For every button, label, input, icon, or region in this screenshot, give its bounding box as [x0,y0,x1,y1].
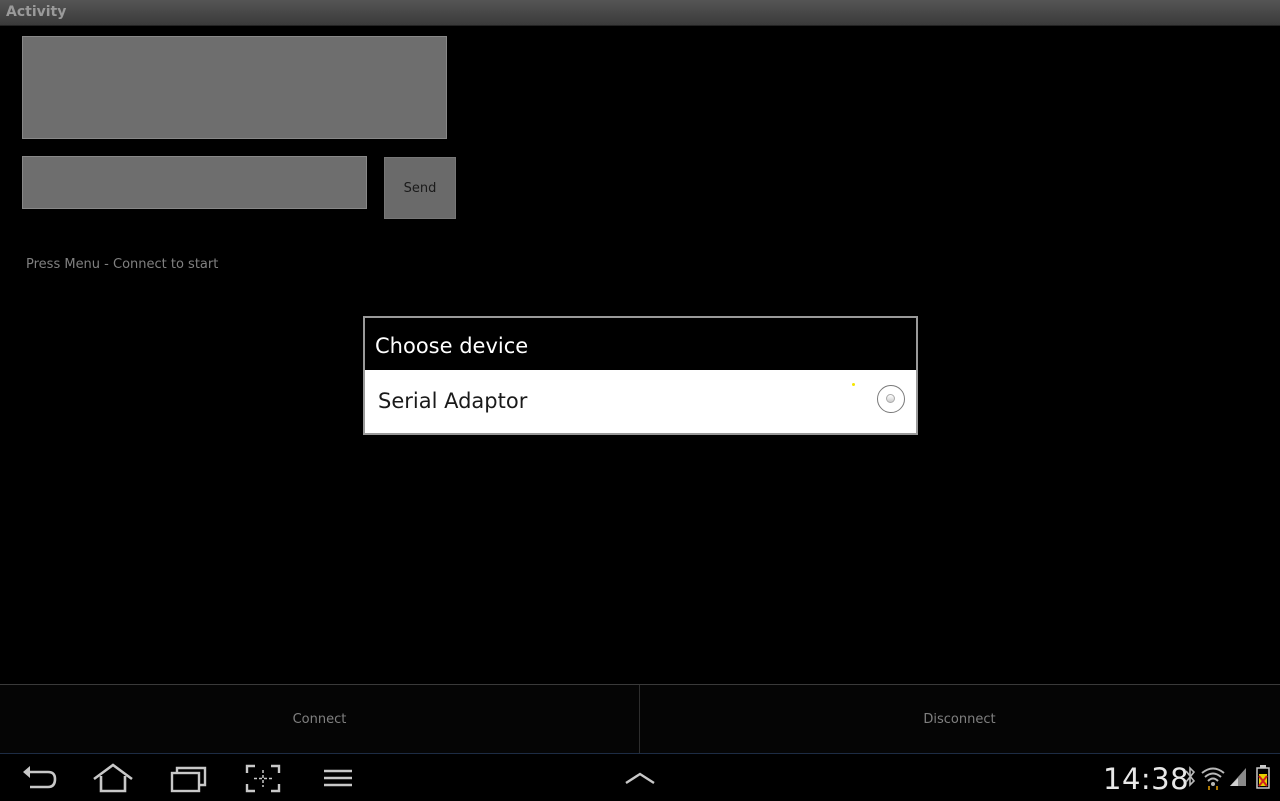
menu-item-connect[interactable]: Connect [0,685,640,753]
clock: 14:38 [1103,762,1190,796]
message-input[interactable] [22,156,367,209]
title-bar: Activity [0,0,1280,26]
output-text-area[interactable] [22,36,447,139]
bluetooth-icon [1183,764,1197,794]
device-option-serial-adaptor[interactable]: Serial Adaptor [365,370,916,433]
wifi-icon [1200,764,1226,794]
dialog-title: Choose device [375,334,529,358]
up-arrow-icon[interactable] [618,760,662,796]
system-bar: 14:38 [0,753,1280,801]
status-text: Press Menu - Connect to start [26,257,219,272]
device-option-label: Serial Adaptor [378,389,528,413]
radio-button[interactable] [877,385,905,413]
choose-device-dialog: Choose device Serial Adaptor [363,316,918,435]
screenshot-icon[interactable] [241,760,285,796]
options-menu: Connect Disconnect [0,684,1280,754]
window-title: Activity [6,4,67,20]
signal-icon [1228,764,1248,792]
touch-indicator [852,383,855,386]
send-button[interactable]: Send [384,157,456,219]
home-icon[interactable] [91,760,135,796]
menu-icon[interactable] [316,760,360,796]
menu-item-disconnect[interactable]: Disconnect [640,685,1279,753]
back-icon[interactable] [18,760,62,796]
battery-icon [1255,764,1271,794]
recent-apps-icon[interactable] [166,760,210,796]
device-list: Serial Adaptor [365,370,916,433]
